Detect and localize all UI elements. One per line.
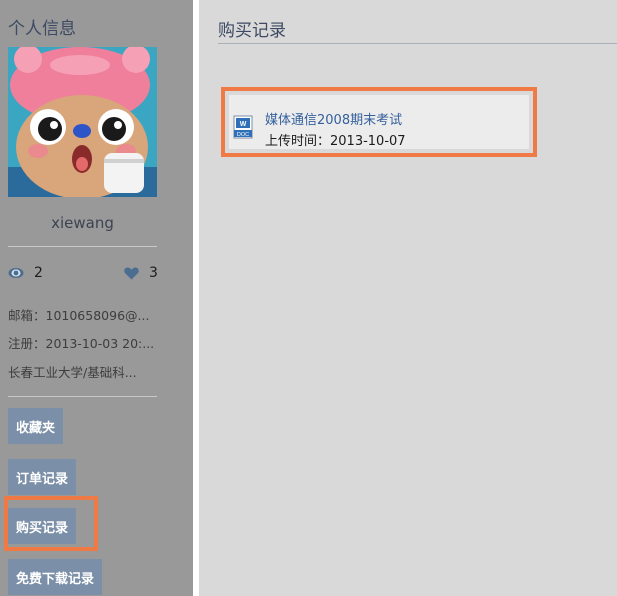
doc-file-icon: W DOC (233, 115, 253, 139)
page: 个人信息 xiewang 2 3 邮箱：1010658096@... 注册：20… (0, 0, 617, 596)
email-info: 邮箱：1010658096@... (8, 308, 150, 323)
svg-text:W: W (240, 121, 247, 128)
sidebar-divider (8, 396, 157, 397)
sidebar-title: 个人信息 (8, 19, 76, 39)
record-title-link[interactable]: 媒体通信2008期末考试 (265, 109, 402, 128)
avatar-illustration (8, 47, 157, 197)
school-info: 长春工业大学/基础科... (8, 365, 137, 380)
title-divider (218, 43, 617, 44)
record-upload-time: 上传时间：2013-10-07 (265, 134, 406, 149)
register-info: 注册：2013-10-03 20:... (8, 336, 155, 351)
avatar[interactable] (8, 47, 157, 197)
purchase-record: W DOC 媒体通信2008期末考试 上传时间：2013-10-07 (221, 87, 537, 157)
views-stat: 2 (8, 265, 43, 281)
page-title: 购买记录 (218, 21, 286, 41)
purchases-button[interactable]: 购买记录 (8, 508, 77, 544)
heart-icon (124, 267, 139, 279)
likes-stat: 3 (124, 265, 158, 281)
free-downloads-button[interactable]: 免费下载记录 (8, 559, 103, 595)
views-count: 2 (34, 265, 43, 281)
sidebar: 个人信息 xiewang 2 3 邮箱：1010658096@... 注册：20… (0, 0, 193, 596)
svg-text:DOC: DOC (237, 132, 249, 138)
eye-icon (8, 268, 24, 278)
username[interactable]: xiewang (8, 214, 157, 232)
orders-button[interactable]: 订单记录 (8, 459, 77, 495)
likes-count: 3 (149, 265, 158, 281)
favorites-button[interactable]: 收藏夹 (8, 408, 64, 444)
sidebar-divider (8, 246, 157, 247)
record-item: W DOC 媒体通信2008期末考试 上传时间：2013-10-07 (229, 95, 529, 149)
